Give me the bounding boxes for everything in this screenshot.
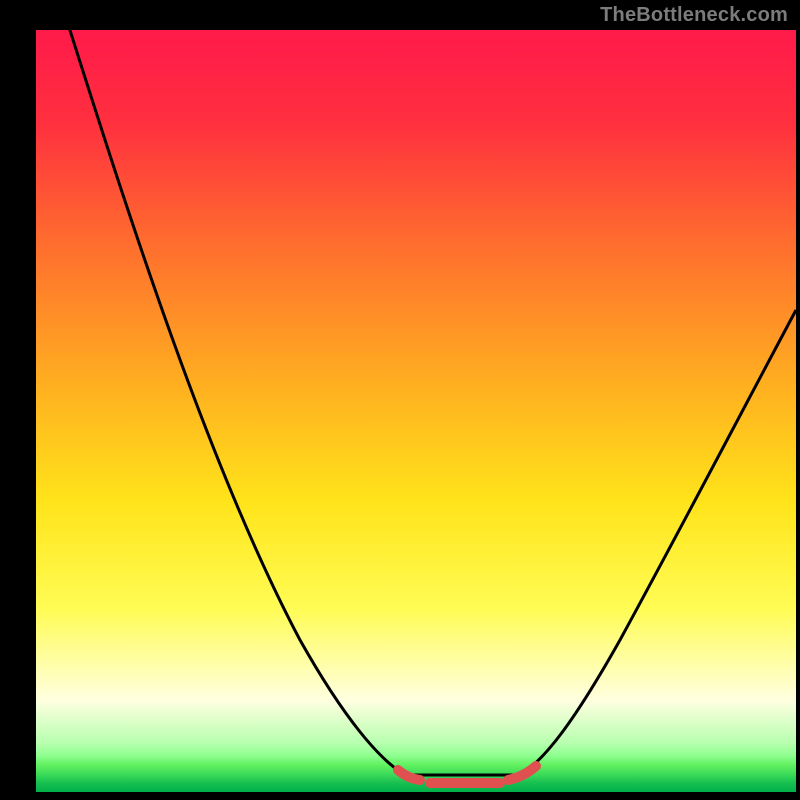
bottleneck-chart [0, 0, 800, 800]
heat-gradient-background [36, 30, 796, 792]
chart-stage: TheBottleneck.com [0, 0, 800, 800]
watermark-text: TheBottleneck.com [600, 4, 788, 27]
